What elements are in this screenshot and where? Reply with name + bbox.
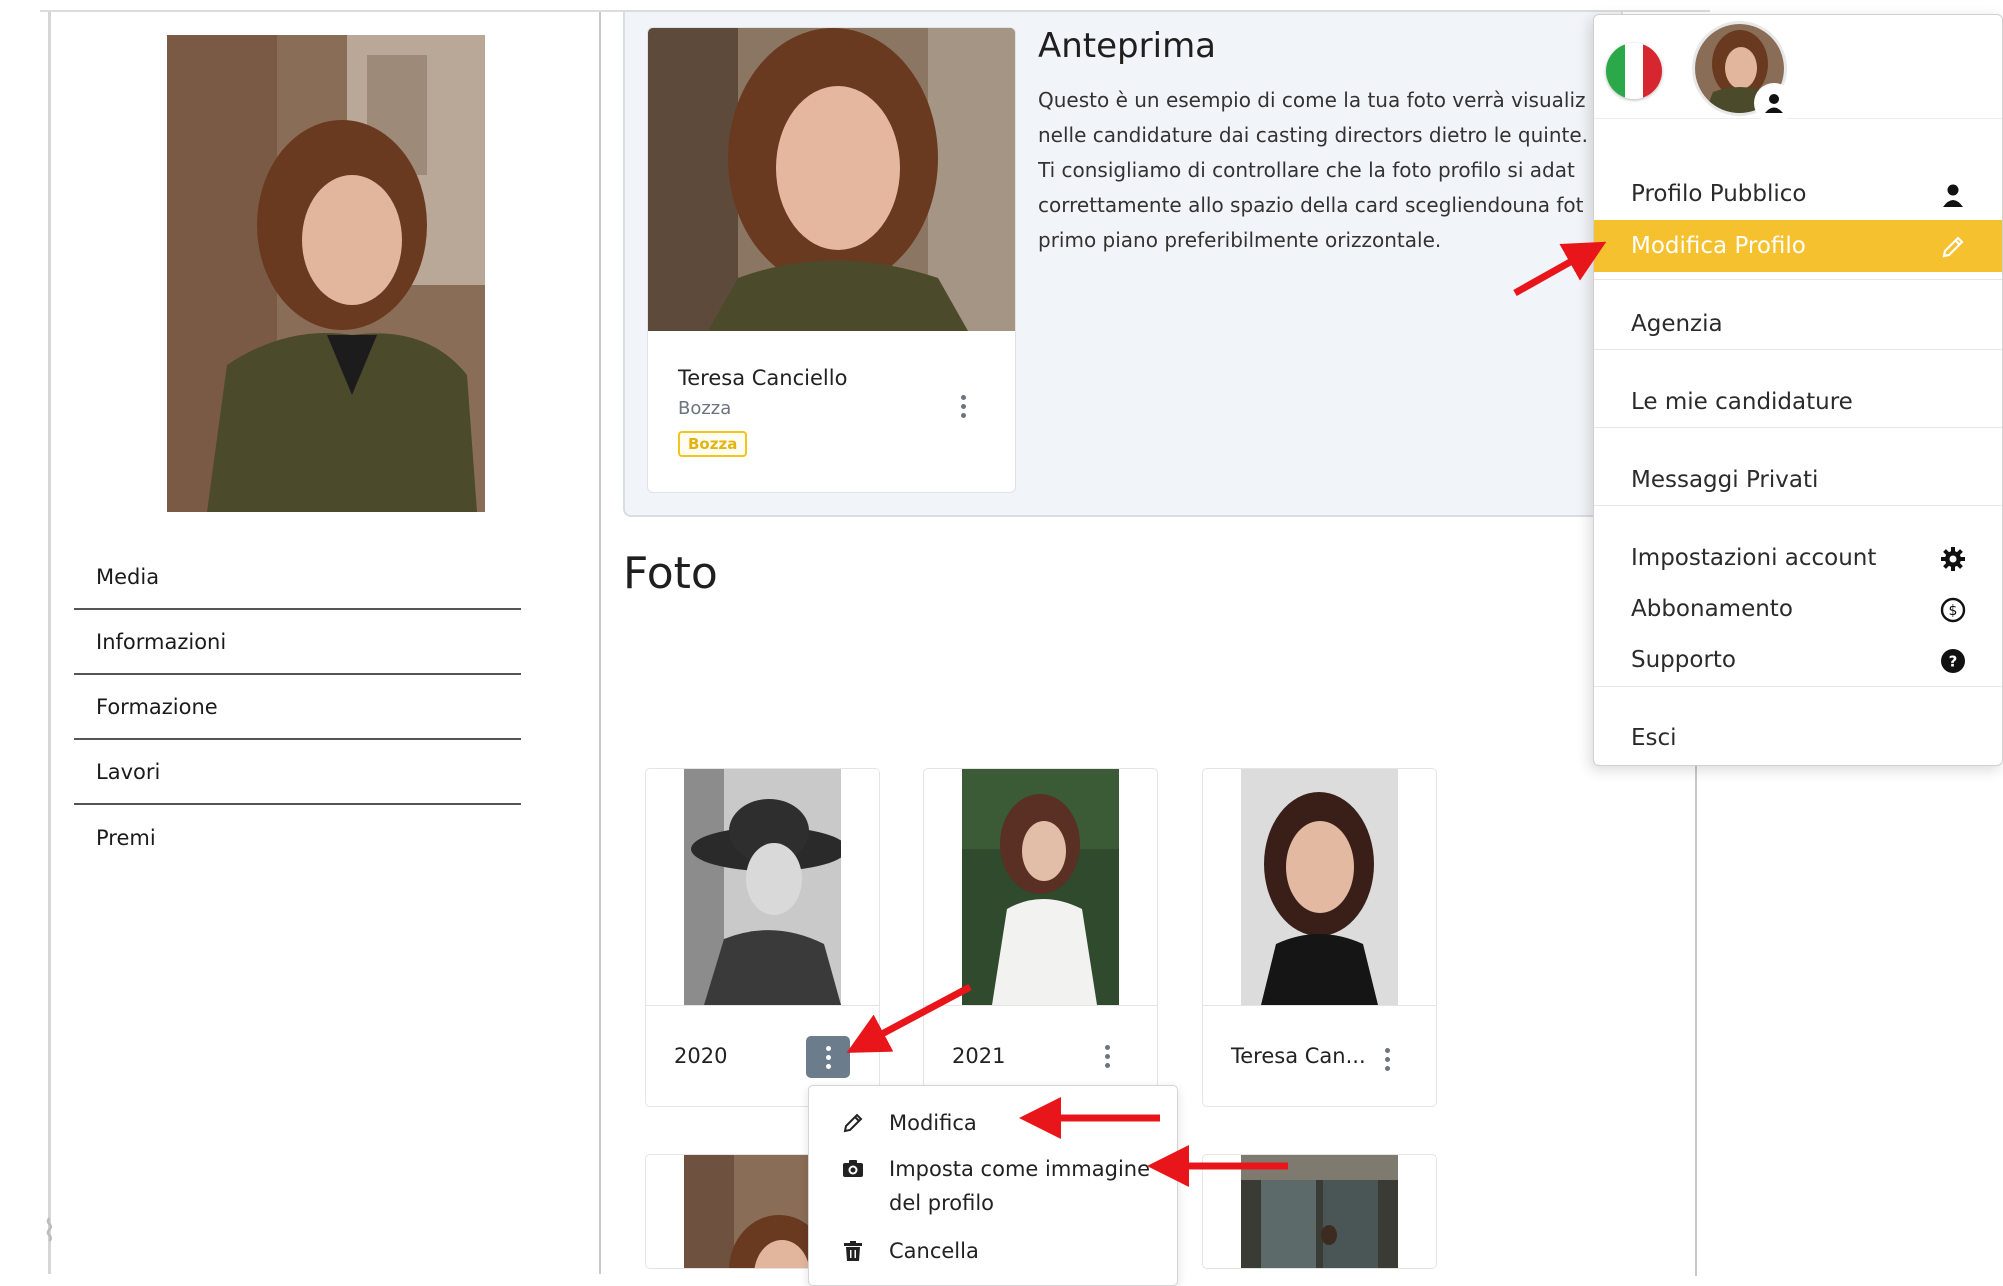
- preview-text-line: correttamente allo spazio della card sce…: [1038, 193, 1584, 217]
- preview-title: Anteprima: [1038, 26, 1217, 66]
- menu-item-modifica-profilo[interactable]: Modifica Profilo: [1594, 220, 2002, 272]
- preview-card: Teresa Canciello Bozza Bozza: [647, 27, 1016, 493]
- menu-item-label: Supporto: [1631, 647, 1736, 673]
- photo-options-button[interactable]: [806, 1036, 850, 1078]
- menu-item-messaggi[interactable]: Messaggi Privati: [1594, 454, 2002, 506]
- nav-item-label: Formazione: [96, 694, 218, 719]
- profile-photo: [167, 35, 485, 512]
- menu-item-supporto[interactable]: Supporto ?: [1594, 634, 2002, 686]
- photo-thumbnail[interactable]: [1241, 1155, 1398, 1268]
- user-menu-dropdown: Profilo Pubblico Modifica Profilo Agenzi…: [1593, 14, 2003, 766]
- nav-item-formazione[interactable]: Formazione: [74, 675, 521, 740]
- menu-divider: [1594, 505, 2002, 506]
- photo-context-menu: Modifica Imposta come immagine del profi…: [808, 1085, 1178, 1286]
- pencil-icon: [1940, 234, 1966, 260]
- preview-card-name: Teresa Canciello: [678, 366, 848, 390]
- photo-card: [1202, 1154, 1437, 1269]
- card-divider: [1203, 1005, 1436, 1006]
- more-vertical-icon[interactable]: [960, 395, 966, 418]
- nav-item-informazioni[interactable]: Informazioni: [74, 610, 521, 675]
- status-badge: Bozza: [678, 431, 748, 457]
- camera-icon: [841, 1157, 865, 1181]
- menu-item-profilo-pubblico[interactable]: Profilo Pubblico: [1594, 168, 2002, 220]
- preview-card-photo: [648, 28, 1015, 331]
- photo-thumbnail[interactable]: [962, 769, 1119, 1005]
- photo-card: 2021: [923, 768, 1158, 1107]
- menu-divider: [1594, 686, 2002, 687]
- menu-divider: [1594, 349, 2002, 350]
- more-vertical-icon[interactable]: [1384, 1048, 1390, 1071]
- card-divider: [646, 1005, 879, 1006]
- menu-item-impostazioni[interactable]: Impostazioni account: [1594, 532, 2002, 584]
- nav-item-media[interactable]: Media: [74, 545, 521, 610]
- nav-item-label: Premi: [96, 825, 156, 850]
- menu-item-label: Abbonamento: [1631, 596, 1793, 622]
- nav-item-label: Lavori: [96, 759, 161, 784]
- menu-item-label: Agenzia: [1631, 311, 1723, 337]
- trash-icon: [841, 1239, 865, 1263]
- user-menu-header: [1594, 15, 2002, 123]
- photo-caption: Teresa Can...: [1231, 1044, 1366, 1068]
- menu-item-label: Esci: [1631, 725, 1677, 751]
- menu-item-label: Modifica Profilo: [1631, 233, 1806, 259]
- photo-caption: 2020: [674, 1044, 728, 1068]
- photo-card: Teresa Can...: [1202, 768, 1437, 1107]
- preview-text-line: Ti consigliamo di controllare che la fot…: [1038, 158, 1575, 182]
- page-corner-glyph: ⌇: [42, 1214, 57, 1249]
- menu-item-label: Le mie candidature: [1631, 389, 1853, 415]
- menu-item-label: Impostazioni account: [1631, 545, 1877, 571]
- menu-item-candidature[interactable]: Le mie candidature: [1594, 376, 2002, 428]
- photo-thumbnail[interactable]: [684, 769, 841, 1005]
- more-vertical-icon[interactable]: [1104, 1045, 1110, 1068]
- menu-item-abbonamento[interactable]: Abbonamento $: [1594, 583, 2002, 635]
- italian-flag-icon[interactable]: [1606, 43, 1662, 99]
- preview-description: Questo è un esempio di come la tua foto …: [1038, 83, 1598, 263]
- profile-section-nav: Media Informazioni Formazione Lavori Pre…: [74, 545, 521, 870]
- menu-item-label: Modifica: [889, 1111, 977, 1135]
- menu-divider: [1594, 427, 2002, 428]
- menu-item-label: Imposta come immagine: [889, 1157, 1151, 1181]
- nav-item-label: Informazioni: [96, 629, 227, 654]
- menu-item-esci[interactable]: Esci: [1594, 712, 2002, 764]
- preview-card-subtitle: Bozza: [678, 398, 732, 419]
- svg-text:$: $: [1949, 603, 1958, 619]
- nav-item-premi[interactable]: Premi: [74, 805, 521, 870]
- gear-icon: [1940, 546, 1966, 572]
- user-icon: [1940, 182, 1966, 208]
- preview-text-line: Questo è un esempio di come la tua foto …: [1038, 88, 1586, 112]
- menu-divider: [1594, 279, 2002, 280]
- card-divider: [924, 1005, 1157, 1006]
- nav-item-lavori[interactable]: Lavori: [74, 740, 521, 805]
- menu-item-agenzia[interactable]: Agenzia: [1594, 298, 2002, 350]
- nav-item-label: Media: [96, 564, 160, 589]
- dollar-circle-icon: $: [1940, 597, 1966, 623]
- preview-text-line: nelle candidature dai casting directors …: [1038, 123, 1589, 147]
- menu-item-label: Messaggi Privati: [1631, 467, 1819, 493]
- photo-caption: 2021: [952, 1044, 1006, 1068]
- menu-item-label: del profilo: [889, 1191, 995, 1215]
- question-circle-icon: ?: [1940, 648, 1966, 674]
- user-badge-icon: [1754, 83, 1794, 123]
- pencil-icon: [841, 1111, 865, 1135]
- menu-item-label: Profilo Pubblico: [1631, 181, 1807, 207]
- photo-thumbnail[interactable]: [1241, 769, 1398, 1005]
- svg-text:?: ?: [1949, 653, 1958, 671]
- preview-text-line: primo piano preferibilmente orizzontale.: [1038, 228, 1442, 252]
- section-title-foto: Foto: [623, 548, 718, 599]
- menu-item-label: Cancella: [889, 1239, 979, 1263]
